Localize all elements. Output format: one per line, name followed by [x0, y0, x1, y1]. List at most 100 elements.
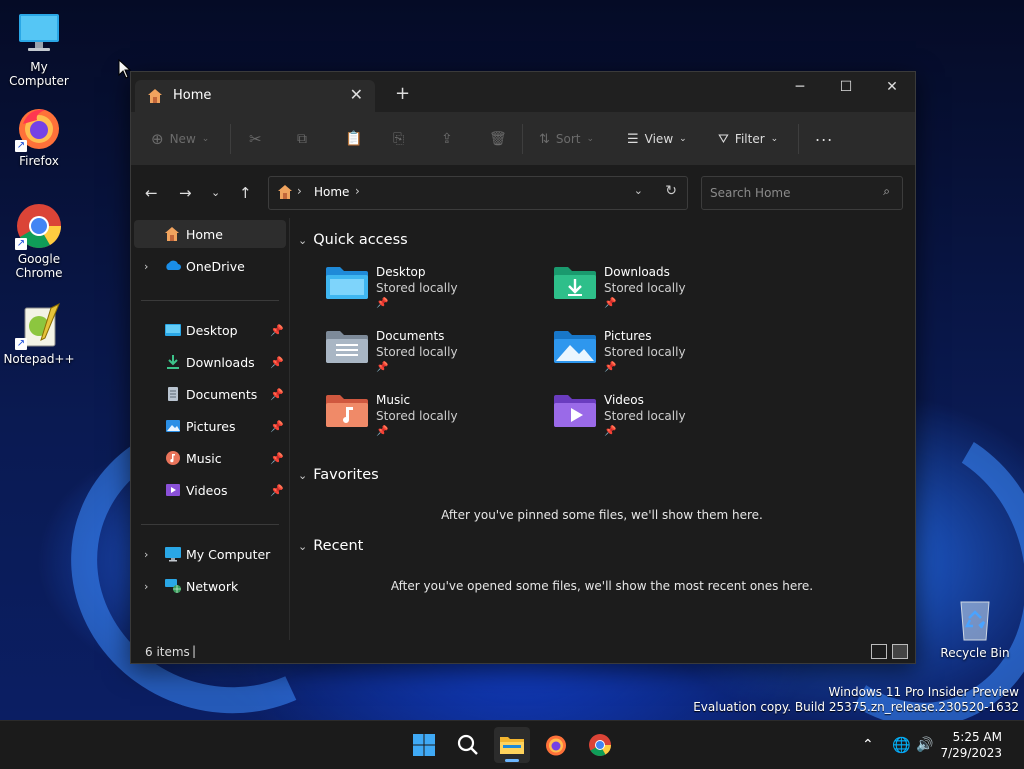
quick-access-item-videos[interactable]: Videos Stored locally 📌	[554, 393, 774, 451]
system-clock[interactable]: 5:25 AM 7/29/2023	[940, 729, 1002, 761]
view-button[interactable]: ☰ View ⌄	[627, 128, 687, 150]
maximize-button[interactable]: ☐	[823, 72, 869, 102]
sidebar-item-onedrive[interactable]: › OneDrive	[134, 252, 286, 280]
address-dropdown-chevron-icon[interactable]: ⌄	[634, 184, 643, 197]
delete-button[interactable]: 🗑	[489, 128, 507, 150]
chevron-down-icon: ⌄	[298, 468, 308, 482]
desktop-icon-my-computer[interactable]: My Computer	[0, 10, 78, 88]
favorites-header[interactable]: ⌄ Favorites	[298, 467, 379, 483]
chrome-taskbar-button[interactable]	[582, 727, 618, 763]
sidebar-item-documents[interactable]: Documents 📌	[134, 380, 286, 408]
speaker-icon[interactable]: 🔊	[916, 721, 933, 769]
view-label: View	[644, 132, 674, 146]
breadcrumb-separator: ›	[355, 184, 360, 198]
quick-access-item-music[interactable]: Music Stored locally 📌	[326, 393, 546, 451]
quick-access-item-pictures[interactable]: Pictures Stored locally 📌	[554, 329, 774, 387]
rename-button[interactable]: ⎘	[393, 128, 404, 150]
recent-header[interactable]: ⌄ Recent	[298, 538, 363, 554]
tab-home[interactable]: Home ✕	[135, 80, 375, 112]
taskbar: ⌃ 🌐 🔊 5:25 AM 7/29/2023	[0, 720, 1024, 769]
back-arrow-icon[interactable]: ←	[145, 184, 158, 202]
desktop-icon-notepad-plus-plus[interactable]: ↗ Notepad++	[0, 302, 78, 366]
clock-date: 7/29/2023	[940, 746, 1002, 760]
sidebar-item-music[interactable]: Music 📌	[134, 444, 286, 472]
close-window-button[interactable]: ✕	[869, 72, 915, 102]
rename-icon: ⎘	[393, 131, 405, 147]
home-icon	[164, 226, 182, 242]
hidden-icons-button[interactable]: ⌃	[862, 721, 874, 769]
sort-button[interactable]: ⇅ Sort ⌄	[539, 128, 594, 150]
filter-button[interactable]: ⛛ Filter ⌄	[718, 128, 778, 150]
pin-icon: 📌	[604, 426, 617, 437]
recent-locations-chevron-icon[interactable]: ⌄	[211, 186, 220, 199]
sidebar-item-my-computer[interactable]: › My Computer	[134, 540, 286, 568]
firefox-taskbar-button[interactable]	[538, 727, 574, 763]
sidebar-item-downloads[interactable]: Downloads 📌	[134, 348, 286, 376]
chevron-right-icon[interactable]: ›	[144, 260, 148, 273]
new-button[interactable]: ⊕ New ⌄	[151, 128, 209, 150]
pictures-folder-icon	[554, 329, 596, 365]
file-explorer-window: Home ✕ + ─ ☐ ✕ ⊕ New ⌄ ✂ ⧉ 📋 ⎘ ⇪ 🗑 ⇅ Sor…	[130, 71, 916, 664]
recent-empty-message: After you've opened some files, we'll sh…	[390, 579, 814, 593]
up-arrow-icon[interactable]: ↑	[239, 184, 252, 202]
quick-access-header[interactable]: ⌄ Quick access	[298, 232, 408, 248]
search-box[interactable]: ⌕	[701, 176, 903, 210]
quick-access-item-desktop[interactable]: Desktop Stored locally 📌	[326, 265, 546, 323]
share-button[interactable]: ⇪	[441, 128, 453, 150]
sidebar-item-label: My Computer	[186, 546, 271, 562]
chevron-down-icon: ⌄	[298, 233, 308, 247]
quick-access-item-downloads[interactable]: Downloads Stored locally 📌	[554, 265, 774, 323]
minimize-button[interactable]: ─	[777, 72, 823, 102]
chevron-right-icon[interactable]: ›	[144, 580, 148, 593]
item-location: Stored locally	[376, 281, 458, 295]
copy-button[interactable]: ⧉	[297, 128, 307, 150]
document-icon	[164, 386, 182, 402]
item-name: Videos	[604, 393, 644, 407]
desktop-icon-label: My Computer	[9, 60, 69, 88]
search-icon	[457, 734, 478, 755]
details-view-button[interactable]	[871, 644, 887, 659]
desktop-icon-firefox[interactable]: ↗ Firefox	[0, 104, 78, 168]
chevron-right-icon[interactable]: ›	[144, 548, 148, 561]
more-options-button[interactable]: ...	[815, 124, 833, 146]
videos-folder-icon	[554, 393, 596, 429]
start-button[interactable]	[406, 727, 442, 763]
item-location: Stored locally	[604, 345, 686, 359]
status-bar: 6 items |	[131, 641, 915, 663]
tiles-view-button[interactable]	[892, 644, 908, 659]
sidebar-item-desktop[interactable]: Desktop 📌	[134, 316, 286, 344]
watermark-line-1: Windows 11 Pro Insider Preview	[828, 685, 1019, 699]
desktop-icon-label: Notepad++	[3, 352, 75, 366]
favorites-empty-message: After you've pinned some files, we'll sh…	[441, 508, 763, 522]
sidebar-item-network[interactable]: › Network	[134, 572, 286, 600]
desktop-folder-icon	[164, 322, 182, 338]
sidebar-item-label: Desktop	[186, 322, 238, 338]
desktop-folder-icon	[326, 265, 368, 301]
video-icon	[164, 482, 182, 498]
globe-icon[interactable]: 🌐	[892, 721, 911, 769]
search-input[interactable]	[702, 177, 872, 209]
address-bar[interactable]: › Home › ⌄ ↻	[268, 176, 688, 210]
breadcrumb-home[interactable]: Home	[314, 185, 349, 199]
sidebar-item-label: Music	[186, 450, 222, 466]
refresh-icon[interactable]: ↻	[665, 183, 677, 199]
forward-arrow-icon[interactable]: →	[179, 184, 192, 202]
new-tab-button[interactable]: +	[395, 83, 410, 104]
sidebar-item-home[interactable]: Home	[134, 220, 286, 248]
close-tab-icon[interactable]: ✕	[350, 85, 363, 104]
desktop-icon-label: Google Chrome	[15, 252, 63, 280]
cut-button[interactable]: ✂	[249, 128, 262, 150]
file-explorer-taskbar-button[interactable]	[494, 727, 530, 763]
search-icon[interactable]: ⌕	[883, 184, 890, 199]
filter-label: Filter	[734, 132, 765, 146]
sidebar-item-videos[interactable]: Videos 📌	[134, 476, 286, 504]
pin-icon: 📌	[604, 362, 617, 373]
sidebar-item-pictures[interactable]: Pictures 📌	[134, 412, 286, 440]
desktop-icon-recycle-bin[interactable]: Recycle Bin	[936, 596, 1014, 660]
quick-access-item-documents[interactable]: Documents Stored locally 📌	[326, 329, 546, 387]
paste-button[interactable]: 📋	[345, 128, 362, 150]
search-button[interactable]	[450, 727, 486, 763]
item-name: Downloads	[604, 265, 670, 279]
chevron-down-icon: ⌄	[298, 539, 308, 553]
desktop-icon-google-chrome[interactable]: ↗ Google Chrome	[0, 202, 78, 280]
